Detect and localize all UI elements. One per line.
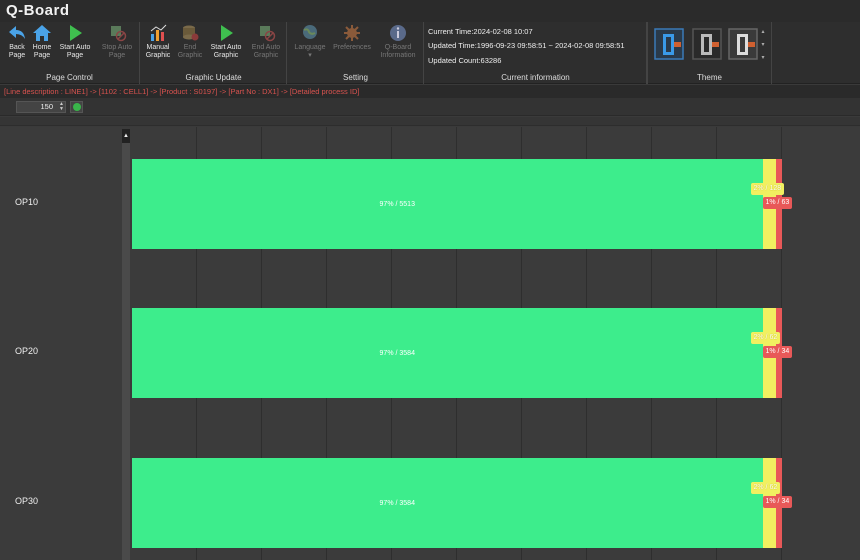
ok-segment[interactable]: [132, 458, 763, 548]
setting-group: Language ▾ Preferences Q-Board Informati…: [288, 22, 424, 84]
theme-blue-icon: [654, 28, 684, 60]
database-stop-icon: [183, 25, 199, 41]
language-dropdown-arrow: ▾: [308, 52, 312, 59]
theme-light-item[interactable]: [728, 28, 758, 60]
chart-area: ▲ OP10 97% / 5513 2% / 128 1% / 63 OP20 97% /…: [0, 127, 860, 560]
ok-data-label: 97% / 3584: [379, 500, 415, 507]
page-control-group: Back Page Home Page Start Auto Page Stop…: [0, 22, 140, 84]
header-strip: [0, 117, 860, 126]
updated-count-text: Updated Count:63286: [428, 56, 502, 65]
stop-icon: [260, 26, 276, 42]
spinner-arrows-icon[interactable]: ▲ ▼: [59, 102, 64, 112]
warn-data-label: 2% / 62: [750, 332, 781, 344]
category-label-op30: OP30: [15, 496, 39, 506]
ok-data-label: 97% / 5513: [379, 201, 415, 208]
theme-label: Theme: [697, 73, 722, 82]
view-toolbar: 150 ▲ ▼: [0, 98, 860, 116]
current-information-label: Current information: [501, 73, 570, 82]
theme-scroll-control[interactable]: ▴ ▾ ▾: [759, 26, 767, 66]
theme-blue-item[interactable]: [654, 28, 684, 60]
ok-segment[interactable]: [132, 308, 763, 398]
ribbon-toolbar: Back Page Home Page Start Auto Page Stop…: [0, 22, 860, 84]
category-label-op10: OP10: [15, 197, 39, 207]
app-window: Q-Board Back Page Home Page Start Auto P…: [0, 0, 860, 560]
play-icon: [70, 25, 82, 41]
page-control-label: Page Control: [46, 73, 93, 82]
start-auto-graphic-button[interactable]: Start Auto Graphic: [207, 24, 245, 68]
preferences-button[interactable]: Preferences: [332, 24, 372, 68]
theme-group: ▴ ▾ ▾ Theme: [647, 22, 772, 84]
stop-icon: [111, 26, 127, 42]
play-icon: [221, 25, 233, 41]
info-icon: [390, 25, 406, 41]
manual-graphic-button[interactable]: Manual Graphic: [143, 24, 173, 68]
stop-auto-page-button[interactable]: Stop Auto Page: [98, 24, 136, 68]
gear-icon: [344, 25, 360, 41]
ok-segment[interactable]: [132, 159, 763, 249]
home-page-button[interactable]: Home Page: [27, 24, 57, 68]
check-icon: [73, 103, 81, 111]
breadcrumb: [Line description : LINE1] -> [1102 : CE…: [0, 85, 860, 98]
updated-time-text: Updated Time:1996-09-23 09:58:51 ~ 2024-…: [428, 41, 625, 50]
ng-data-label: 1% / 34: [762, 496, 793, 508]
start-auto-page-button[interactable]: Start Auto Page: [56, 24, 94, 68]
theme-gray-item[interactable]: [692, 28, 722, 60]
theme-gray-icon: [692, 28, 722, 60]
apply-button[interactable]: [70, 101, 83, 113]
globe-icon: [303, 25, 317, 39]
spinner-value: 150: [40, 102, 53, 111]
warn-data-label: 2% / 62: [750, 482, 781, 494]
ng-data-label: 1% / 63: [762, 197, 793, 209]
ok-data-label: 97% / 3584: [379, 350, 415, 357]
title-bar: Q-Board: [0, 0, 860, 22]
setting-label: Setting: [343, 73, 368, 82]
stacked-bar-op10[interactable]: [132, 159, 782, 249]
graphic-update-label: Graphic Update: [185, 73, 242, 82]
end-auto-graphic-button[interactable]: End Auto Graphic: [247, 24, 285, 68]
qboard-information-button[interactable]: Q-Board Information: [378, 24, 418, 68]
chart-scrollbar[interactable]: ▲: [122, 129, 130, 560]
current-time-text: Current Time:2024-02-08 10:07: [428, 27, 533, 36]
row-height-spinner[interactable]: 150 ▲ ▼: [16, 101, 66, 113]
warn-data-label: 2% / 128: [750, 183, 785, 195]
chart-icon: [150, 24, 167, 41]
stacked-bar-op20[interactable]: [132, 308, 782, 398]
theme-light-icon: [728, 28, 758, 60]
stacked-bar-op30[interactable]: [132, 458, 782, 548]
app-logo: Q-Board: [6, 2, 70, 19]
back-arrow-icon: [9, 26, 25, 39]
graphic-update-group: Manual Graphic End Graphic Start Auto Gr…: [141, 22, 287, 84]
home-icon: [33, 25, 51, 41]
scroll-up-icon[interactable]: ▲: [122, 129, 130, 143]
category-label-op20: OP20: [15, 346, 39, 356]
language-button[interactable]: Language ▾: [292, 24, 328, 68]
end-graphic-button[interactable]: End Graphic: [175, 24, 205, 68]
ng-data-label: 1% / 34: [762, 346, 793, 358]
